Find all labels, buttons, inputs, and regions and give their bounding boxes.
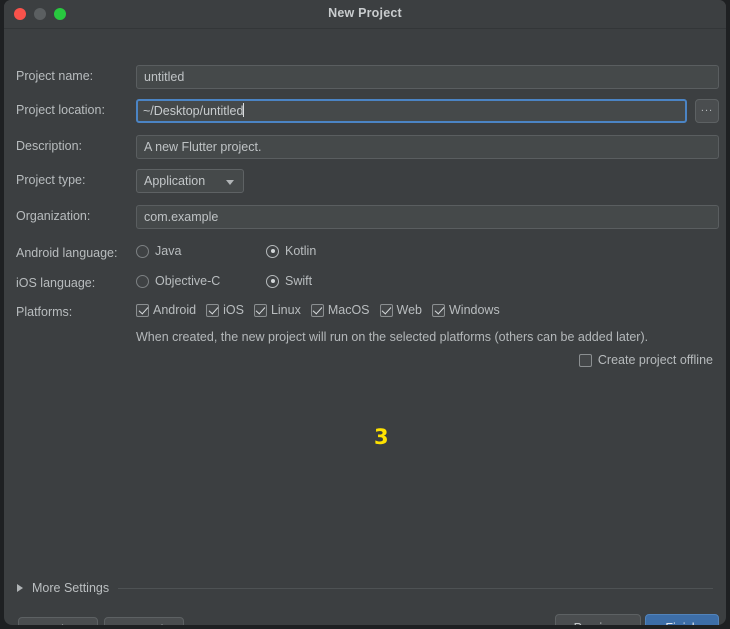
checkbox-checked-icon [432,303,445,317]
new-project-dialog: New Project Project name: untitled Proje… [4,0,726,625]
radio-android-java[interactable]: Java [136,244,181,258]
row-project-name: Project name: untitled [4,65,726,91]
more-settings-label: More Settings [32,581,110,595]
android-language-label: Android language: [16,246,118,260]
page-title: New Project [328,6,402,20]
organization-input[interactable]: com.example [136,205,719,229]
project-type-select[interactable]: Application [136,169,244,193]
checkbox-label: Windows [449,303,500,317]
checkbox-checked-icon [253,303,267,317]
radio-icon [136,244,149,258]
platforms-hint-text: When created, the new project will run o… [136,330,649,344]
checkbox-unchecked-icon [578,353,592,367]
description-label: Description: [16,139,82,153]
platforms-label: Platforms: [16,305,73,319]
radio-label: Kotlin [285,244,317,258]
step-annotation-marker: 3 [374,425,389,449]
window-titlebar: New Project [4,0,726,29]
project-name-input[interactable]: untitled [136,65,719,89]
dialog-body: Project name: untitled Project location:… [4,29,726,625]
checkbox-checked-icon [136,303,149,317]
radio-label: Swift [285,274,313,288]
radio-selected-icon [266,244,279,258]
organization-label: Organization: [16,209,91,223]
cancel-button[interactable]: Cancel [104,617,184,625]
checkbox-linux[interactable]: Linux [253,303,301,317]
row-description: Description: A new Flutter project. [4,135,726,161]
row-project-location: Project location: ~/Desktop/untitled ... [4,99,726,125]
ios-language-label: iOS language: [16,276,96,290]
checkbox-label: iOS [223,303,244,317]
row-ios-language: iOS language: Objective-C Swift [4,272,726,298]
previous-button[interactable]: Previous [555,614,641,625]
checkbox-web[interactable]: Web [379,303,422,317]
chevron-right-icon [17,584,23,592]
checkbox-label: Web [396,303,422,317]
more-settings-toggle[interactable]: More Settings [17,578,713,598]
project-location-value: ~/Desktop/untitled [143,104,244,118]
row-project-type: Project type: Application [4,169,726,195]
text-cursor [243,103,245,117]
checkbox-create-project-offline[interactable]: Create project offline [578,353,713,367]
radio-icon [136,274,149,288]
radio-label: Java [155,244,182,258]
radio-ios-objective-c[interactable]: Objective-C [136,274,220,288]
platforms-checkbox-group: Android iOS Linux MacOS Web Windows [136,303,510,317]
description-input[interactable]: A new Flutter project. [136,135,719,159]
checkbox-checked-icon [379,303,393,317]
radio-selected-icon [266,274,279,288]
project-name-label: Project name: [16,69,94,83]
divider [118,587,713,589]
project-location-label: Project location: [16,103,105,117]
project-location-group: ~/Desktop/untitled ... [136,99,719,123]
radio-label: Objective-C [155,274,221,288]
checkbox-label: Create project offline [597,353,713,367]
row-platforms: Platforms: Android iOS Linux MacOS Web W… [4,301,726,327]
checkbox-android[interactable]: Android [136,303,196,317]
checkbox-checked-icon [310,303,324,317]
help-button[interactable]: Help [18,617,98,625]
checkbox-ios[interactable]: iOS [206,303,244,317]
project-location-input[interactable]: ~/Desktop/untitled [136,99,687,123]
chevron-down-icon [226,180,234,185]
row-android-language: Android language: Java Kotlin [4,242,726,268]
radio-ios-swift[interactable]: Swift [266,274,312,288]
checkbox-macos[interactable]: MacOS [310,303,370,317]
checkbox-checked-icon [206,303,220,317]
checkbox-windows[interactable]: Windows [432,303,500,317]
project-type-label: Project type: [16,173,86,187]
browse-folder-button[interactable]: ... [695,99,719,123]
project-type-value: Application [144,174,206,188]
finish-button[interactable]: Finish [645,614,719,625]
checkbox-label: Android [153,303,197,317]
checkbox-label: Linux [270,303,301,317]
checkbox-label: MacOS [327,303,370,317]
radio-android-kotlin[interactable]: Kotlin [266,244,316,258]
row-organization: Organization: com.example [4,205,726,231]
